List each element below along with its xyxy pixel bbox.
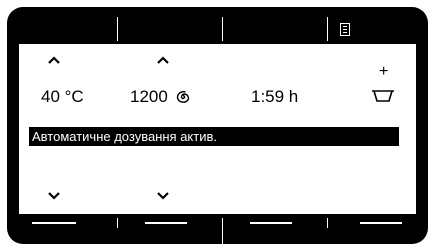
status-message: Автоматичне дозування актив.	[32, 129, 218, 144]
bottom-button-4[interactable]	[360, 222, 402, 224]
top-button-divider-1	[117, 17, 118, 41]
bottom-button-3[interactable]	[250, 222, 292, 224]
spin-speed-label: 1200	[130, 87, 168, 106]
bottom-button-divider-2	[222, 218, 223, 244]
plus-button[interactable]: +	[379, 64, 388, 80]
duration-value: 1:59 h	[251, 87, 299, 106]
detergent-basin-icon	[371, 89, 395, 108]
spin-speed-value: 1200	[130, 87, 190, 109]
bottom-button-divider-1	[117, 218, 118, 228]
display-screen: 40 °C 1200 1:59 h + Автоматичне дозуванн…	[19, 44, 416, 214]
control-panel: 40 °C 1200 1:59 h + Автоматичне дозуванн…	[7, 7, 428, 244]
top-button-divider-3	[327, 17, 328, 41]
spin-spiral-icon	[176, 89, 190, 109]
top-button-divider-2	[222, 17, 223, 41]
temperature-value: 40 °C	[41, 87, 84, 106]
status-bar: Автоматичне дозування актив.	[29, 127, 399, 146]
menu-list-icon[interactable]	[340, 23, 350, 36]
bottom-button-2[interactable]	[145, 222, 187, 224]
bottom-button-1[interactable]	[32, 222, 76, 224]
bottom-button-divider-3	[327, 218, 328, 228]
